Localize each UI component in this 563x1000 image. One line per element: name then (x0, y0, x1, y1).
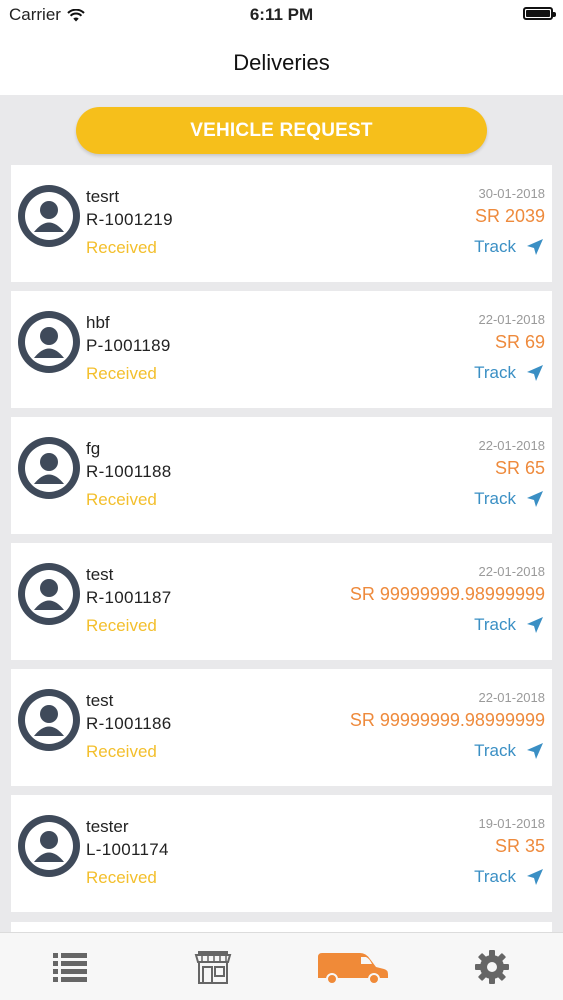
store-icon[interactable] (193, 947, 233, 987)
location-arrow-icon[interactable] (526, 868, 544, 886)
order-id: R-1001186 (86, 714, 172, 733)
avatar-icon (18, 311, 80, 373)
order-id: L-1001174 (86, 840, 169, 859)
delivery-date: 22-01-2018 (478, 564, 546, 579)
track-link[interactable]: Track (474, 237, 516, 257)
delivery-amount: SR 2039 (474, 206, 545, 226)
van-icon[interactable] (314, 947, 390, 987)
delivery-card[interactable]: test R-1001187 Received 22-01-2018 SR 99… (11, 543, 552, 660)
avatar-icon (18, 689, 80, 751)
customer-name: tester (86, 817, 129, 836)
order-id: R-1001188 (86, 462, 172, 481)
delivery-status: Received (86, 490, 157, 509)
track-link[interactable]: Track (474, 741, 516, 761)
delivery-amount: SR 35 (494, 836, 545, 856)
delivery-card[interactable]: test R-1001186 Received 22-01-2018 SR 99… (11, 669, 552, 786)
customer-name: test (86, 691, 114, 710)
delivery-status: Received (86, 238, 157, 257)
customer-name: test (86, 565, 114, 584)
track-link[interactable]: Track (474, 363, 516, 383)
avatar-icon (18, 563, 80, 625)
order-id: R-1001219 (86, 210, 173, 229)
delivery-status: Received (86, 364, 157, 383)
delivery-status: Received (86, 616, 157, 635)
delivery-amount: SR 99999999.98999999 (349, 584, 545, 604)
location-arrow-icon[interactable] (526, 616, 544, 634)
page-title: Deliveries (233, 50, 330, 75)
location-arrow-icon[interactable] (526, 364, 544, 382)
track-link[interactable]: Track (474, 867, 516, 887)
deliveries-list: tesrt R-1001219 Received 30-01-2018 SR 2… (11, 165, 552, 921)
delivery-date: 19-01-2018 (478, 816, 546, 831)
tab-bar (0, 932, 563, 1000)
avatar-icon (18, 185, 80, 247)
avatar-icon (18, 815, 80, 877)
order-id: P-1001189 (86, 336, 171, 355)
list-icon[interactable] (50, 947, 90, 987)
location-arrow-icon[interactable] (526, 238, 544, 256)
delivery-card[interactable]: hbf P-1001189 Received 22-01-2018 SR 69 … (11, 291, 552, 408)
delivery-card[interactable]: tester L-1001174 Received 19-01-2018 SR … (11, 795, 552, 912)
track-link[interactable]: Track (474, 489, 516, 509)
customer-name: fg (86, 439, 101, 458)
delivery-date: 22-01-2018 (478, 438, 546, 453)
battery-icon (523, 7, 556, 20)
delivery-status: Received (86, 742, 157, 761)
track-link[interactable]: Track (474, 615, 516, 635)
status-bar: Carrier 6:11 PM (0, 0, 563, 30)
navigation-bar: Deliveries (0, 30, 563, 95)
customer-name: tesrt (86, 187, 120, 206)
delivery-date: 22-01-2018 (478, 690, 546, 705)
location-arrow-icon[interactable] (526, 742, 544, 760)
delivery-card[interactable]: tesrt R-1001219 Received 30-01-2018 SR 2… (11, 165, 552, 282)
avatar-icon (18, 437, 80, 499)
location-arrow-icon[interactable] (526, 490, 544, 508)
delivery-amount: SR 99999999.98999999 (349, 710, 545, 730)
delivery-status: Received (86, 868, 157, 887)
status-time: 6:11 PM (249, 5, 314, 24)
gear-icon[interactable] (472, 947, 512, 987)
delivery-date: 30-01-2018 (478, 186, 546, 201)
order-id: R-1001187 (86, 588, 172, 607)
customer-name: hbf (86, 313, 110, 332)
delivery-date: 22-01-2018 (478, 312, 546, 327)
vehicle-request-button[interactable]: VEHICLE REQUEST (76, 107, 487, 154)
delivery-amount: SR 65 (494, 458, 545, 478)
delivery-amount: SR 69 (494, 332, 545, 352)
delivery-card[interactable]: fg R-1001188 Received 22-01-2018 SR 65 T… (11, 417, 552, 534)
